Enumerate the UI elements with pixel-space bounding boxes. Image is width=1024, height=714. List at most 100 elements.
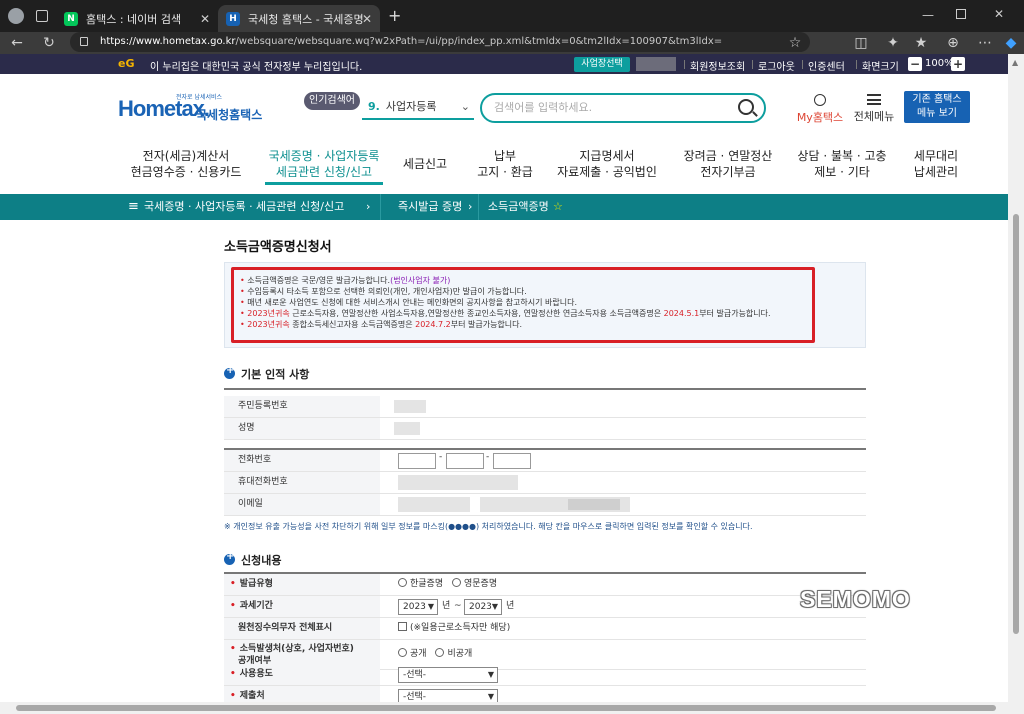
hometax-favicon-icon: H [226,11,240,26]
old-menu-label-2: 메뉴 보기 [917,108,957,119]
notice-text: 부터 발급가능합니다. [450,320,523,329]
radio-english[interactable]: 영문증명 [452,578,497,589]
chevron-down-icon: ▼ [487,692,494,701]
separator [380,194,381,220]
field-label-text: 발급유형 [239,579,273,589]
masked-value[interactable] [398,497,470,512]
hamburger-icon [867,94,881,105]
breadcrumb-item[interactable]: 국세증명 · 사업자등록 · 세금관련 신청/신고 [144,194,344,220]
scroll-thumb[interactable] [1013,214,1019,634]
gnb-tax-agent[interactable]: 세무대리 납세관리 [904,148,968,180]
watermark: SEMOMO [800,586,911,612]
menu-icon[interactable]: ≡ [128,194,139,220]
vertical-scrollbar[interactable]: ▲ [1008,54,1024,702]
close-window-icon[interactable]: ✕ [994,7,1004,21]
copilot-icon[interactable]: ◆ [1002,34,1020,52]
old-menu-label-1: 기존 홈택스 [912,94,962,105]
scroll-thumb[interactable] [16,705,996,711]
submit-to-select[interactable]: -선택- ▼ [398,689,498,702]
lock-icon[interactable] [80,37,88,46]
collections-icon[interactable]: ⊕ [944,34,962,52]
gnb-label: 고지 · 환급 [477,165,533,179]
breadcrumb-item[interactable]: 즉시발급 증명 [398,194,462,220]
gnb-incentive[interactable]: 장려금 · 연말정산 전자기부금 [680,148,776,180]
tab-hometax[interactable]: H 국세청 홈택스 - 국세증명 · 사업자 ✕ [218,5,380,32]
radio-private[interactable]: 비공개 [435,648,473,659]
new-tab-button[interactable]: + [388,6,401,25]
masked-value [394,422,420,435]
horizontal-scrollbar[interactable] [0,702,1024,714]
browser-tab-bar: N 홈택스 : 네이버 검색 ✕ H 국세청 홈택스 - 국세증명 · 사업자 … [0,0,1024,32]
select-workplace-button[interactable]: 사업장선택 [574,57,630,72]
more-icon[interactable]: ⋯ [976,34,994,52]
gnb-label: 세금관련 신청/신고 [275,165,373,179]
gnb-consult[interactable]: 상담 · 불복 · 고충 제보 · 기타 [792,148,892,180]
all-menu-button[interactable]: 전체메뉴 [852,94,896,124]
field-label: • 사용용도 [224,664,380,685]
plus-circle-icon [224,365,235,379]
url-domain: https://www.hometax.go.kr [100,36,236,47]
cert-center-link[interactable]: 인증센터 [808,58,845,73]
favorite-star-icon[interactable]: ☆ [553,194,563,220]
old-menu-button[interactable]: 기존 홈택스 메뉴 보기 [904,91,970,123]
favorites-icon[interactable]: ★ [912,34,930,52]
field-label: • 발급유형 [224,574,380,595]
profile-icon[interactable] [8,8,24,24]
gnb-payment-statement[interactable]: 지급명세서 자료제출 · 공익법인 [552,148,662,180]
my-hometax-label: My홈택스 [796,111,844,124]
split-screen-icon[interactable]: ◫ [852,34,870,52]
logout-link[interactable]: 로그아웃 [758,58,795,73]
phone-part-2[interactable] [446,453,484,469]
bookmark-star-icon[interactable]: ☆ [786,34,804,52]
select-value: 2023 [469,602,492,612]
hometax-logo[interactable]: 전자로 납세서비스 Hometax. 국세청홈택스 [118,92,268,132]
select-value: 2023 [403,602,426,612]
chevron-down-icon: ▼ [427,602,434,611]
close-tab-icon[interactable]: ✕ [200,12,210,26]
gnb-tax-invoice[interactable]: 전자(세금)계산서 현금영수증 · 신용카드 [130,148,242,180]
extensions-icon[interactable]: ✦ [884,34,902,52]
tab-naver-search[interactable]: N 홈택스 : 네이버 검색 ✕ [56,5,218,32]
zoom-out-button[interactable]: − [908,57,922,71]
popular-search-dropdown[interactable]: 9. 사업자등록 ⌄ [362,96,474,120]
all-menu-label: 전체메뉴 [853,110,895,123]
close-tab-icon[interactable]: ✕ [362,12,372,26]
gnb-tax-report[interactable]: 세금신고 [396,156,454,172]
refresh-icon[interactable]: ↻ [40,34,58,52]
phone-part-1[interactable] [398,453,436,469]
zoom-in-button[interactable]: + [951,57,965,71]
notice-line: 소득금액증명은 국문/영문 발급가능합니다.(법인사업자 불가) [240,275,806,286]
required-mark: • [230,601,236,611]
minimize-icon[interactable]: — [922,8,934,22]
required-mark: • [230,691,236,701]
table-row: 원천징수의무자 전체표시 (※일용근로소득자만 해당) [224,618,866,640]
url-field[interactable]: https://www.hometax.go.kr/websquare/webs… [70,32,810,52]
table-row: 휴대전화번호 [224,472,866,494]
radio-korean[interactable]: 한글증명 [398,578,443,589]
notice-text: 소득금액증명은 국문/영문 발급가능합니다. [247,276,391,285]
usage-select[interactable]: -선택- ▼ [398,667,498,683]
maximize-icon[interactable] [956,9,966,19]
field-label-text: 과세기간 [239,601,273,611]
my-hometax-button[interactable]: My홈택스 [796,94,844,125]
search-icon[interactable] [738,99,754,115]
year-to-select[interactable]: 2023 ▼ [464,599,502,615]
scroll-up-icon[interactable]: ▲ [1012,58,1018,67]
masked-value[interactable] [568,499,620,510]
member-info-link[interactable]: 회원정보조회 [690,58,745,73]
radio-public[interactable]: 공개 [398,648,427,659]
tab-actions-icon[interactable] [36,10,48,22]
masked-value[interactable] [398,475,518,490]
field-label: 성명 [224,418,380,439]
plus-circle-icon [224,551,235,565]
radio-label: 비공개 [447,649,473,659]
back-icon[interactable]: ← [8,34,26,52]
gnb-certificate[interactable]: 국세증명 · 사업자등록 세금관련 신청/신고 [260,148,388,180]
withholding-checkbox[interactable]: (※일용근로소득자만 해당) [398,618,510,639]
search-input[interactable]: 검색어를 입력하세요. [480,93,766,123]
phone-part-3[interactable] [493,453,531,469]
popular-term: 사업자등록 [385,100,437,113]
year-from-select[interactable]: 2023 ▼ [398,599,438,615]
gnb-payment[interactable]: 납부 고지 · 환급 [470,148,540,180]
select-value: -선택- [403,670,427,680]
